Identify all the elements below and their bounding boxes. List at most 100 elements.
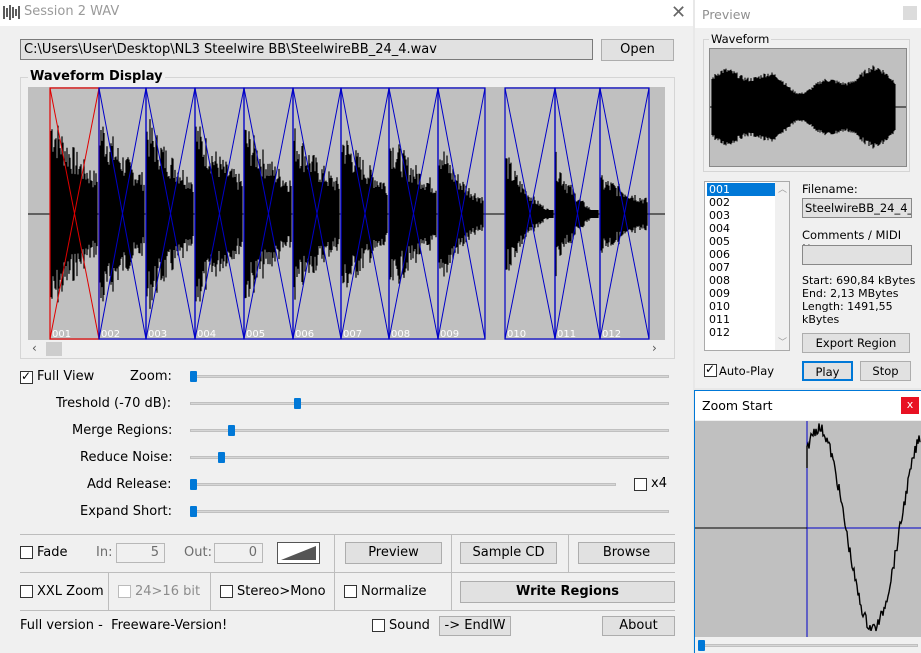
scroll-left-icon[interactable]: ‹ <box>32 341 37 355</box>
stop-button[interactable]: Stop <box>860 361 911 381</box>
zoom-slider[interactable] <box>190 371 669 383</box>
write-regions-button[interactable]: Write Regions <box>460 581 675 603</box>
fade-in-field[interactable]: 5 <box>116 543 165 563</box>
comments-field[interactable] <box>802 245 912 265</box>
scroll-right-icon[interactable]: › <box>652 341 657 355</box>
zoom-slider[interactable] <box>695 638 921 653</box>
slider-thumb[interactable] <box>294 398 301 409</box>
slider-track <box>190 375 669 378</box>
fade-label: Fade <box>37 545 68 560</box>
slider-thumb[interactable] <box>190 506 197 517</box>
separator <box>210 572 211 610</box>
window-title: Session 2 WAV <box>24 4 120 19</box>
separator <box>451 572 452 610</box>
separator <box>20 534 675 535</box>
expand-short-slider[interactable] <box>190 506 669 518</box>
region-label: 002 <box>101 329 120 340</box>
region-list-item[interactable]: 005 <box>707 235 777 248</box>
stereo-mono-label: Stereo>Mono <box>237 584 326 599</box>
threshold-label: Treshold (-70 dB): <box>56 396 172 411</box>
zoom-close-button[interactable]: x <box>901 397 919 414</box>
zoom-waveform-display[interactable] <box>695 421 921 637</box>
expand-short-label: Expand Short: <box>80 504 173 519</box>
fade-curve-button[interactable] <box>277 542 320 564</box>
zoom-label: Zoom: <box>130 369 172 384</box>
fade-out-field[interactable]: 0 <box>214 543 263 563</box>
normalize-label: Normalize <box>361 584 427 599</box>
slider-thumb[interactable] <box>190 479 197 490</box>
region-list-items: 001 002 003 004 005 006 007 008 009 010 011 012 <box>707 183 777 339</box>
scroll-thumb[interactable] <box>46 342 62 356</box>
scroll-up-icon[interactable]: ︿ <box>778 182 787 195</box>
region-list-item[interactable]: 006 <box>707 248 777 261</box>
title-bar: Session 2 WAV ✕ <box>0 0 693 26</box>
preview-close-icon[interactable] <box>903 6 917 20</box>
autoplay-checkbox[interactable] <box>704 362 717 377</box>
scroll-down-icon[interactable]: ﹀ <box>778 335 787 348</box>
merge-regions-slider[interactable] <box>190 425 669 437</box>
region-list-item[interactable]: 012 <box>707 326 777 339</box>
app-icon <box>3 4 20 21</box>
zoom-waveform-canvas <box>695 421 921 637</box>
sound-checkbox[interactable] <box>372 619 385 632</box>
region-list-item[interactable]: 009 <box>707 287 777 300</box>
reduce-noise-slider[interactable] <box>190 452 669 464</box>
bit-conversion-checkbox[interactable] <box>118 585 131 598</box>
region-label: 001 <box>52 329 71 340</box>
zoom-slider-thumb[interactable] <box>698 640 705 651</box>
region-list-item[interactable]: 008 <box>707 274 777 287</box>
waveform-scrollbar[interactable]: ‹ › <box>28 341 665 357</box>
waveform-display[interactable]: 001 002 003 004 005 006 007 008 009 010 011 012 <box>28 87 665 340</box>
xxl-zoom-checkbox[interactable] <box>20 585 33 598</box>
status-text: Full version - Freeware-Version! <box>20 618 228 633</box>
fade-checkbox[interactable] <box>20 546 33 559</box>
main-window: Session 2 WAV ✕ C:\Users\User\Desktop\NL… <box>0 0 693 653</box>
sample-cd-button[interactable]: Sample CD <box>460 542 557 564</box>
region-label: 005 <box>246 329 265 340</box>
normalize-checkbox[interactable] <box>344 585 357 598</box>
region-list-scrollbar[interactable]: ︿ ﹀ <box>775 182 789 350</box>
threshold-slider[interactable] <box>190 398 669 410</box>
region-list-item[interactable]: 011 <box>707 313 777 326</box>
separator <box>20 572 675 573</box>
play-button[interactable]: Play <box>802 361 853 381</box>
region-list-item[interactable]: 001 <box>707 183 777 196</box>
region-label: 010 <box>507 329 526 340</box>
file-path-field[interactable]: C:\Users\User\Desktop\NL3 Steelwire BB\S… <box>20 39 593 60</box>
waveform-canvas[interactable]: 001 002 003 004 005 006 007 008 009 010 011 012 <box>28 87 665 340</box>
x4-label: x4 <box>651 476 667 491</box>
region-list[interactable]: 001 002 003 004 005 006 007 008 009 010 011 012 ︿ ﹀ <box>704 181 790 351</box>
xxl-zoom-label: XXL Zoom <box>37 584 104 599</box>
browse-button[interactable]: Browse <box>578 542 675 564</box>
region-label: 008 <box>391 329 410 340</box>
region-list-item[interactable]: 010 <box>707 300 777 313</box>
full-view-label: Full View <box>37 369 95 384</box>
x4-checkbox[interactable] <box>634 478 647 491</box>
export-region-button[interactable]: Export Region <box>802 333 910 353</box>
stereo-mono-checkbox[interactable] <box>220 585 233 598</box>
region-list-item[interactable]: 003 <box>707 209 777 222</box>
length-info: Length: 1491,55 <box>802 300 893 313</box>
slider-thumb[interactable] <box>218 452 225 463</box>
preview-waveform-display[interactable] <box>709 48 907 167</box>
endlw-button[interactable]: -> EndlW <box>439 616 511 636</box>
filename-field[interactable]: SteelwireBB_24_4_00 <box>802 198 912 218</box>
region-label: 007 <box>343 329 362 340</box>
close-icon[interactable]: ✕ <box>671 2 686 23</box>
preview-window: Preview Waveform 001 002 003 004 005 006 007 00… <box>695 0 921 388</box>
slider-thumb[interactable] <box>190 371 197 382</box>
end-info: End: 2,13 MBytes <box>802 287 899 300</box>
merge-regions-label: Merge Regions: <box>72 423 173 438</box>
length-unit: kBytes <box>802 313 840 326</box>
region-list-item[interactable]: 007 <box>707 261 777 274</box>
slider-thumb[interactable] <box>228 425 235 436</box>
full-view-checkbox[interactable] <box>20 369 33 384</box>
open-button[interactable]: Open <box>601 39 674 61</box>
about-button[interactable]: About <box>602 616 675 636</box>
preview-button[interactable]: Preview <box>345 542 442 564</box>
region-label: 011 <box>557 329 576 340</box>
add-release-slider[interactable] <box>190 479 616 491</box>
region-list-item[interactable]: 004 <box>707 222 777 235</box>
region-list-item[interactable]: 002 <box>707 196 777 209</box>
region-label: 009 <box>440 329 459 340</box>
